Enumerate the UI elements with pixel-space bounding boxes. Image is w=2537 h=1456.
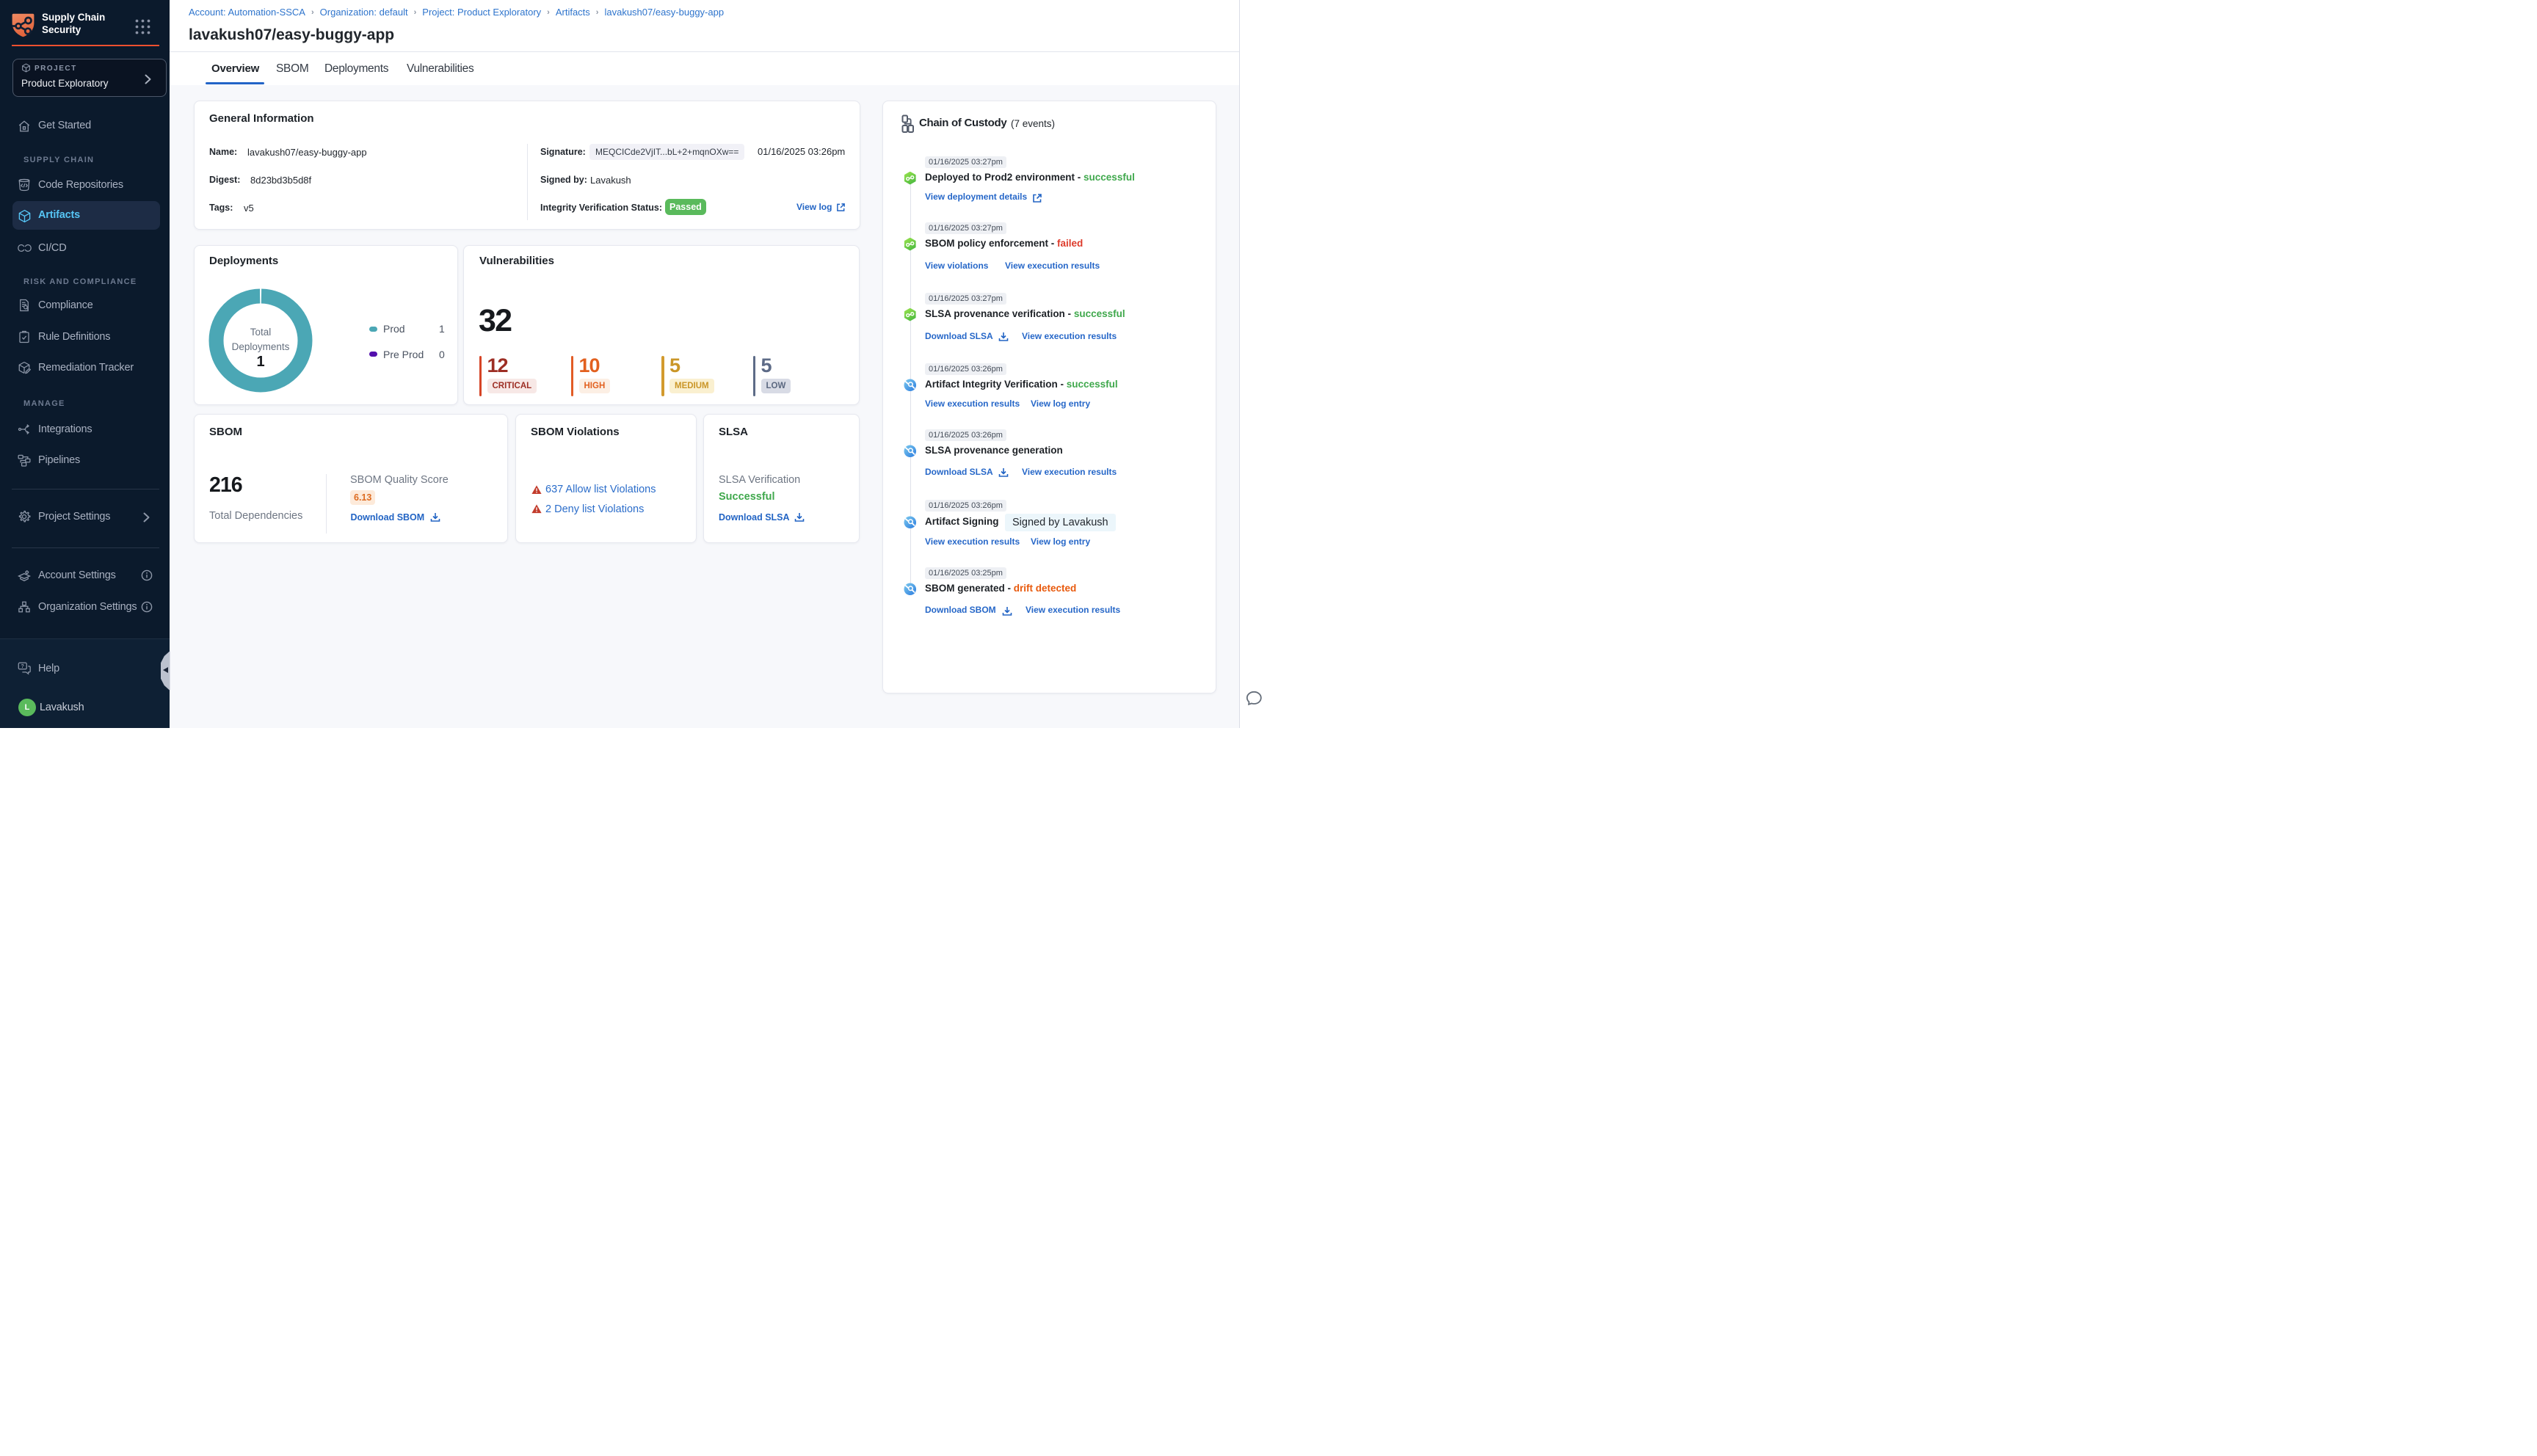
svg-text:?: ?: [21, 664, 24, 669]
